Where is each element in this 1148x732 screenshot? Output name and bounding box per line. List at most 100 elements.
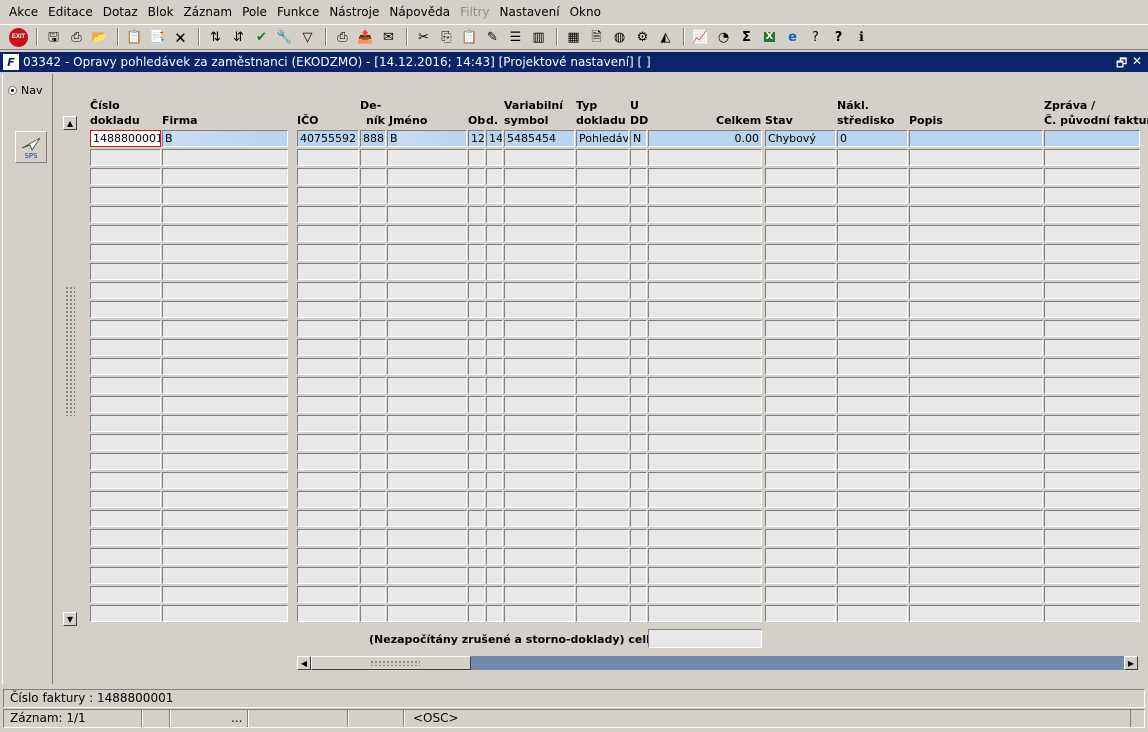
- cell-journal[interactable]: [360, 491, 386, 508]
- cell-journal[interactable]: [360, 320, 386, 337]
- cell-variable-symbol[interactable]: 5485454: [504, 130, 575, 147]
- cell-doc-number[interactable]: [90, 225, 161, 242]
- cell-journal[interactable]: [360, 396, 386, 413]
- cell-total[interactable]: [648, 529, 762, 546]
- save-button[interactable]: 🖫: [43, 27, 64, 48]
- gear-button[interactable]: ⚙: [632, 27, 653, 48]
- cell-journal[interactable]: [360, 244, 386, 261]
- cell-state[interactable]: [765, 472, 836, 489]
- cell-period[interactable]: [468, 225, 485, 242]
- cell-total[interactable]: [648, 320, 762, 337]
- cell-period[interactable]: [468, 263, 485, 280]
- cell-company[interactable]: [162, 225, 288, 242]
- cell-doc-number[interactable]: [90, 320, 161, 337]
- cell-company[interactable]: [162, 187, 288, 204]
- cell-doc-number[interactable]: [90, 529, 161, 546]
- cell-company[interactable]: [162, 168, 288, 185]
- cell-journal[interactable]: [360, 453, 386, 470]
- cell-period[interactable]: [468, 320, 485, 337]
- menu-item[interactable]: Pole: [237, 5, 272, 19]
- cell-name[interactable]: [387, 605, 467, 622]
- cell-message[interactable]: [1044, 244, 1140, 261]
- cell-total[interactable]: [648, 396, 762, 413]
- edit-button[interactable]: ✎: [482, 27, 503, 48]
- cell-message[interactable]: [1044, 358, 1140, 375]
- cell-day[interactable]: [486, 301, 503, 318]
- cell-period[interactable]: [468, 491, 485, 508]
- totals-field[interactable]: [648, 629, 762, 648]
- cell-ico[interactable]: [297, 567, 359, 584]
- cell-day[interactable]: [486, 358, 503, 375]
- cell-journal[interactable]: [360, 301, 386, 318]
- cell-journal[interactable]: [360, 605, 386, 622]
- cell-state[interactable]: [765, 282, 836, 299]
- cell-doc-type[interactable]: [576, 187, 629, 204]
- cell-doc-number[interactable]: [90, 453, 161, 470]
- cell-doc-number[interactable]: [90, 377, 161, 394]
- cell-day[interactable]: [486, 453, 503, 470]
- copy-button[interactable]: ⎘: [436, 27, 457, 48]
- cell-message[interactable]: [1044, 320, 1140, 337]
- cell-cost-center[interactable]: [837, 206, 908, 223]
- cell-ico[interactable]: [297, 282, 359, 299]
- query-cancel-button[interactable]: 🗙: [170, 27, 191, 48]
- cell-cost-center[interactable]: [837, 605, 908, 622]
- cell-name[interactable]: [387, 225, 467, 242]
- cell-period[interactable]: [468, 187, 485, 204]
- cell-doc-number[interactable]: [90, 206, 161, 223]
- close-button[interactable]: ✕: [1132, 54, 1142, 68]
- cell-state[interactable]: [765, 225, 836, 242]
- cell-company[interactable]: [162, 415, 288, 432]
- cell-state[interactable]: [765, 434, 836, 451]
- cell-doc-type[interactable]: [576, 510, 629, 527]
- cell-message[interactable]: [1044, 415, 1140, 432]
- cell-state[interactable]: [765, 529, 836, 546]
- help-button[interactable]: ?: [828, 27, 849, 48]
- cell-company[interactable]: [162, 282, 288, 299]
- cell-message[interactable]: [1044, 605, 1140, 622]
- cell-description[interactable]: [909, 529, 1043, 546]
- cell-message[interactable]: [1044, 377, 1140, 394]
- cell-total[interactable]: [648, 263, 762, 280]
- cell-day[interactable]: [486, 434, 503, 451]
- cell-name[interactable]: [387, 339, 467, 356]
- cell-cost-center[interactable]: [837, 225, 908, 242]
- cell-name[interactable]: [387, 358, 467, 375]
- vertical-scrollbar[interactable]: ▲ ▼: [63, 116, 77, 626]
- horizontal-scroll-thumb[interactable]: [311, 656, 471, 670]
- cell-day[interactable]: [486, 567, 503, 584]
- sps-button[interactable]: SPS: [15, 131, 47, 163]
- cell-total[interactable]: [648, 149, 762, 166]
- cell-udd[interactable]: [630, 548, 647, 565]
- cell-total[interactable]: [648, 206, 762, 223]
- cell-variable-symbol[interactable]: [504, 168, 575, 185]
- cell-message[interactable]: [1044, 339, 1140, 356]
- cell-udd[interactable]: [630, 396, 647, 413]
- cell-total[interactable]: [648, 472, 762, 489]
- cell-cost-center[interactable]: [837, 358, 908, 375]
- cell-company[interactable]: [162, 472, 288, 489]
- cell-name[interactable]: B: [387, 130, 467, 147]
- cell-doc-number[interactable]: [90, 472, 161, 489]
- cell-total[interactable]: [648, 453, 762, 470]
- cell-state[interactable]: [765, 586, 836, 603]
- cell-company[interactable]: [162, 434, 288, 451]
- list-button[interactable]: ☰: [505, 27, 526, 48]
- cell-cost-center[interactable]: [837, 434, 908, 451]
- cell-udd[interactable]: [630, 434, 647, 451]
- cell-variable-symbol[interactable]: [504, 548, 575, 565]
- cell-doc-number[interactable]: [90, 244, 161, 261]
- cell-message[interactable]: [1044, 206, 1140, 223]
- cell-doc-type[interactable]: [576, 149, 629, 166]
- cell-variable-symbol[interactable]: [504, 567, 575, 584]
- cell-period[interactable]: [468, 605, 485, 622]
- cell-day[interactable]: [486, 263, 503, 280]
- cell-doc-number[interactable]: [90, 510, 161, 527]
- cell-day[interactable]: [486, 415, 503, 432]
- cell-udd[interactable]: [630, 301, 647, 318]
- cell-variable-symbol[interactable]: [504, 529, 575, 546]
- cell-journal[interactable]: [360, 529, 386, 546]
- cell-ico[interactable]: [297, 263, 359, 280]
- cell-day[interactable]: [486, 168, 503, 185]
- cell-period[interactable]: [468, 206, 485, 223]
